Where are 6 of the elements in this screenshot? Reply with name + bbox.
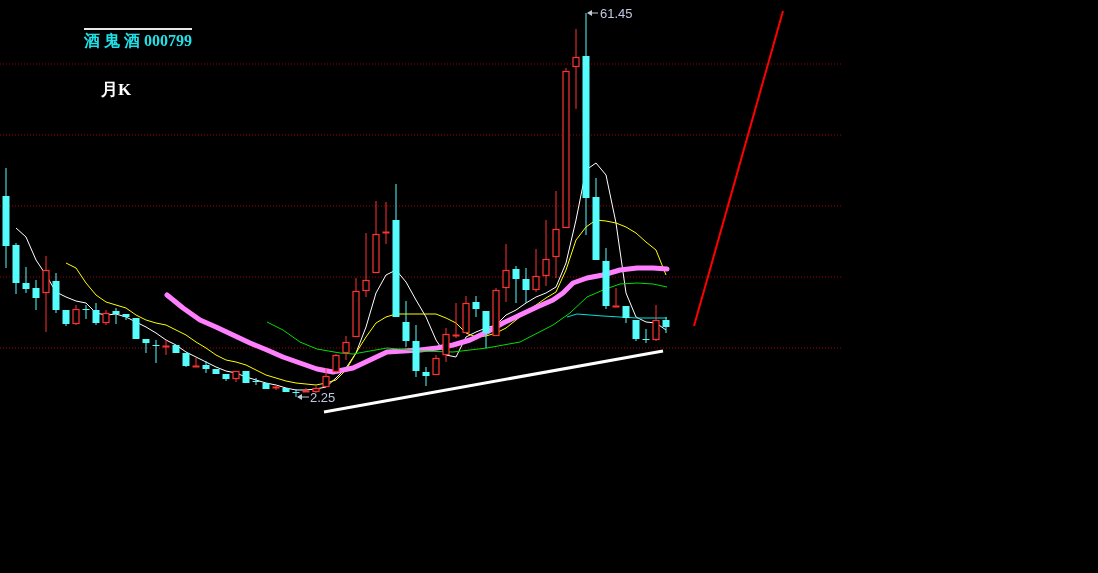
leader-arrow: [297, 394, 310, 400]
price-label: 61.45: [600, 6, 633, 21]
stock-title: 酒 鬼 酒 000799: [84, 28, 192, 50]
price-label: 2.25: [310, 390, 336, 405]
leader-arrow: [587, 10, 599, 16]
period-label: 月K: [101, 80, 132, 100]
